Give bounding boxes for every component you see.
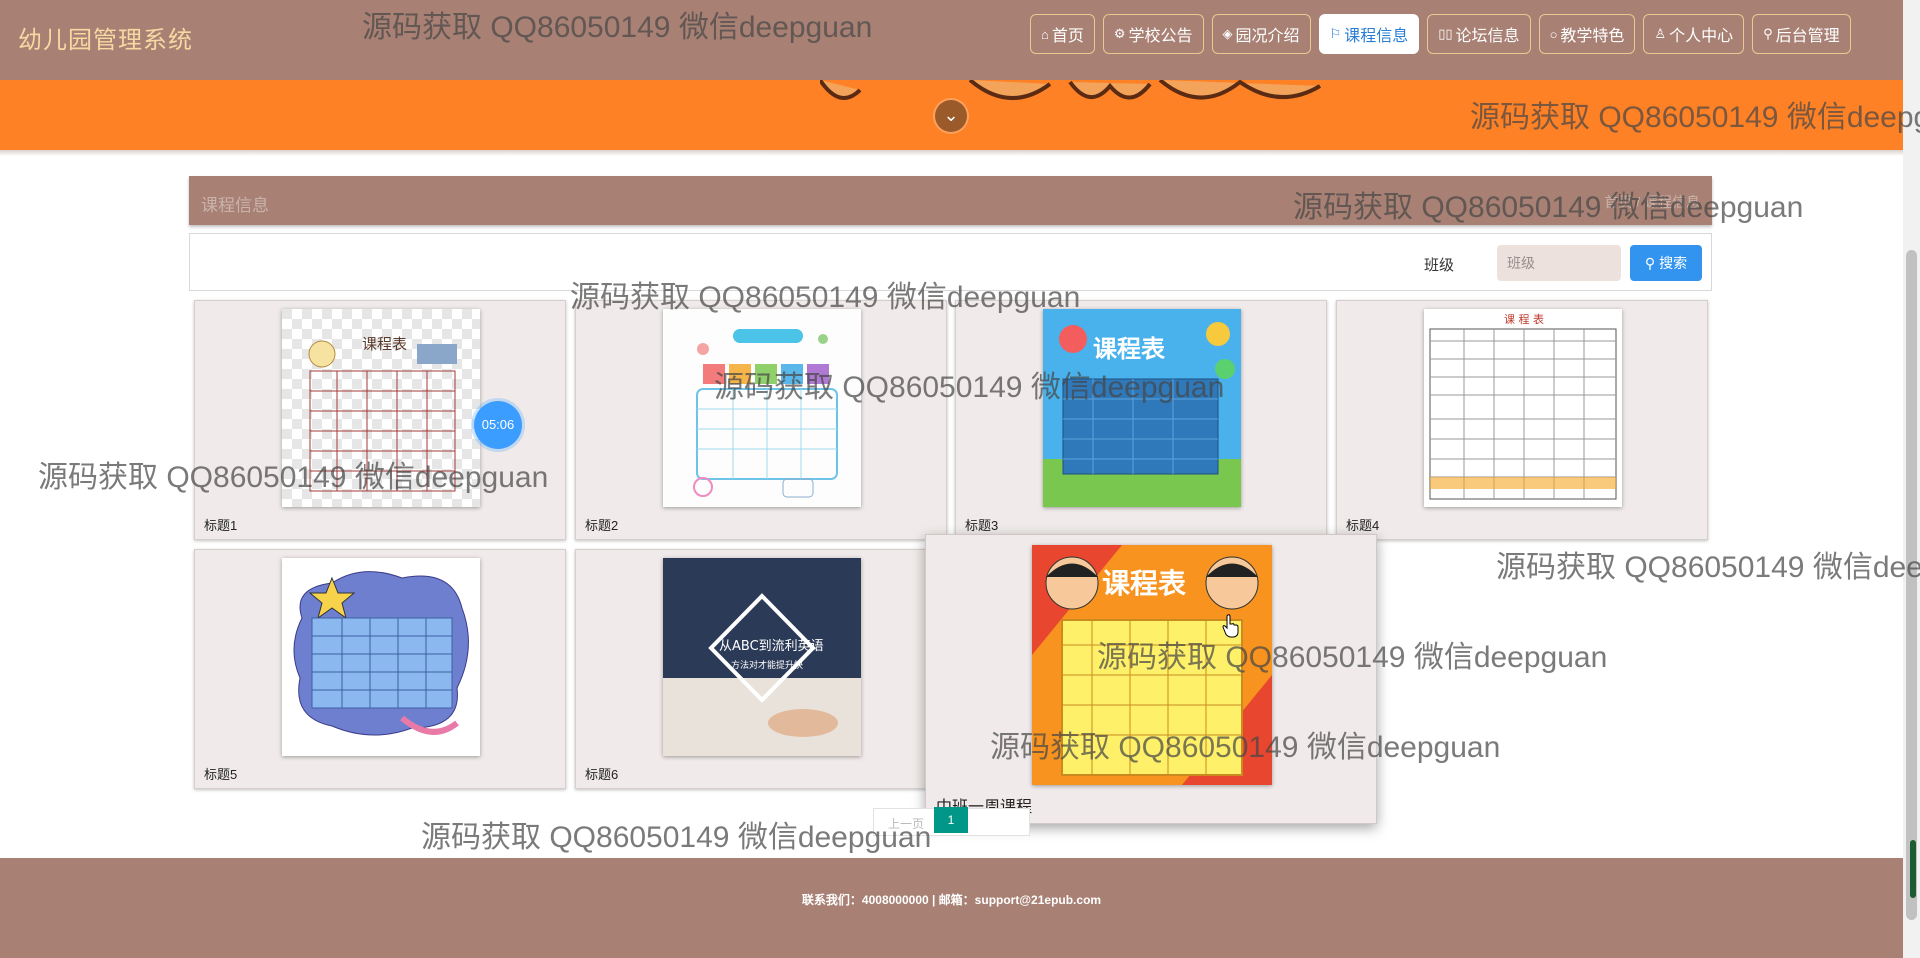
section-title: 课程信息 (201, 196, 269, 215)
home-icon: ⌂ (1041, 26, 1049, 42)
class-search-input[interactable] (1497, 245, 1621, 281)
app-title[interactable]: 幼儿园管理系统 (18, 20, 193, 55)
nav-label: 园况介绍 (1235, 28, 1300, 45)
watermark: 源码获取 QQ86050149 微信deepguan (421, 821, 932, 854)
course-title: 标题4 (1346, 518, 1380, 533)
course-thumbnail[interactable]: 从ABC到流利英语 方法对才能提升快 (663, 558, 861, 756)
course-thumbnail[interactable]: 课 程 表 (1424, 309, 1622, 507)
nav-admin[interactable]: ⚲ 后台管理 (1752, 14, 1851, 54)
course-card[interactable]: 课程表 标题3 (955, 300, 1327, 540)
course-card[interactable]: 标题2 (575, 300, 947, 540)
course-card[interactable]: 课 程 表 标题4 (1336, 300, 1708, 540)
columns-icon: ▯▯ (1438, 26, 1453, 41)
top-header: 幼儿园管理系统 ⌂ 首页 ⚙ 学校公告 ◈ 园况介绍 ⚐ 课程信息 ▯▯ 论坛信… (0, 0, 1903, 80)
svg-text:从ABC到流利英语: 从ABC到流利英语 (719, 639, 824, 654)
flag-icon: ⚐ (1329, 26, 1342, 41)
svg-text:课程表: 课程表 (1093, 335, 1166, 363)
search-button-label: 搜索 (1659, 255, 1688, 271)
nav-profile[interactable]: ♙ 个人中心 (1643, 14, 1745, 54)
class-label: 班级 (1423, 257, 1454, 274)
watermark: 源码获取 QQ86050149 微信deepguan (1496, 551, 1920, 584)
nav-label: 论坛信息 (1455, 28, 1520, 45)
nav-label: 后台管理 (1775, 28, 1840, 45)
nav-label: 个人中心 (1669, 28, 1734, 45)
divider (0, 150, 1903, 156)
link-icon: ⚲ (1763, 26, 1773, 41)
nav-school-intro[interactable]: ◈ 园况介绍 (1211, 14, 1311, 54)
nav-home[interactable]: ⌂ 首页 (1030, 14, 1095, 54)
search-icon: ⚲ (1644, 254, 1656, 271)
course-thumbnail[interactable] (663, 309, 861, 507)
search-bar: 班级 ⚲ 搜索 (189, 233, 1712, 291)
footer-contact: 联系我们：4008000000 | 邮箱：support@21epub.com (801, 893, 1102, 907)
nav-label: 学校公告 (1128, 28, 1193, 45)
course-title: 标题6 (585, 767, 619, 782)
main-nav: ⌂ 首页 ⚙ 学校公告 ◈ 园况介绍 ⚐ 课程信息 ▯▯ 论坛信息 ○ 教学特色… (1030, 14, 1851, 54)
timer-badge[interactable]: 05:06 (474, 401, 522, 449)
layers-icon: ◈ (1222, 26, 1233, 41)
breadcrumb[interactable]: 首页 / 课程信息 (1604, 192, 1700, 212)
circle-icon: ○ (1549, 26, 1558, 42)
course-thumbnail[interactable]: 课程表 (1032, 545, 1272, 785)
course-title: 标题1 (204, 518, 238, 533)
svg-text:课 程 表: 课 程 表 (1504, 312, 1544, 326)
course-thumbnail[interactable]: 课程表 (282, 309, 480, 507)
search-button[interactable]: ⚲ 搜索 (1630, 245, 1702, 281)
course-title: 标题2 (585, 518, 619, 533)
section-header: 课程信息 首页 / 课程信息 (189, 176, 1712, 225)
footer: 联系我们：4008000000 | 邮箱：support@21epub.com (0, 858, 1903, 958)
page-number-current[interactable]: 1 (934, 807, 968, 833)
prev-page-button[interactable]: 上一页 (888, 815, 924, 832)
course-card[interactable]: 标题5 (194, 549, 566, 789)
gear-icon: ⚙ (1113, 26, 1126, 41)
nav-features[interactable]: ○ 教学特色 (1538, 14, 1636, 54)
scrollbar-thumb[interactable] (1906, 250, 1917, 920)
banner-illustration (820, 80, 1322, 100)
course-title: 标题5 (204, 767, 238, 782)
scroll-indicator (1910, 840, 1916, 898)
nav-courses[interactable]: ⚐ 课程信息 (1318, 14, 1420, 54)
svg-text:方法对才能提升快: 方法对才能提升快 (731, 659, 803, 671)
hand-cursor-icon (1222, 614, 1239, 638)
course-thumbnail[interactable]: 课程表 (1043, 309, 1241, 507)
svg-text:课程表: 课程表 (1102, 567, 1186, 600)
course-card[interactable]: 从ABC到流利英语 方法对才能提升快 标题6 (575, 549, 947, 789)
user-icon: ♙ (1654, 26, 1667, 41)
nav-forum[interactable]: ▯▯ 论坛信息 (1427, 14, 1531, 54)
chevron-down-icon[interactable]: ⌄ (935, 100, 967, 132)
course-card-hover[interactable]: 课程表 中班一周课程 (925, 534, 1377, 824)
nav-label: 课程信息 (1344, 28, 1409, 45)
nav-label: 教学特色 (1560, 28, 1625, 45)
nav-announcements[interactable]: ⚙ 学校公告 (1102, 14, 1204, 54)
nav-label: 首页 (1051, 28, 1084, 45)
course-title: 标题3 (965, 518, 999, 533)
svg-text:课程表: 课程表 (362, 335, 407, 353)
course-thumbnail[interactable] (282, 558, 480, 756)
